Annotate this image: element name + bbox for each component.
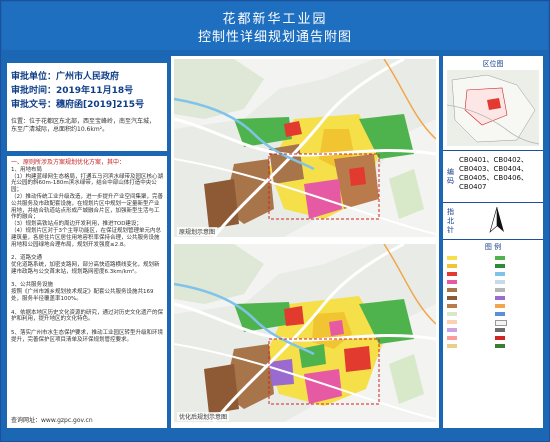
north-arrow-icon: [489, 206, 504, 233]
legend-swatch: [495, 336, 505, 340]
legend-row: [447, 296, 539, 300]
legend-swatch: [495, 264, 505, 268]
planning-description-panel: 一、原则所涉及方案规划优化方案，其中： 1、用地布局 （1）构建蓝绿网生态格局，打…: [7, 156, 167, 428]
location-text: 位于花都区东北部，西至宝峰岭，南至汽车城，东至广清城际，总面积约10.6km²。: [11, 118, 156, 133]
legend-swatch: [447, 304, 457, 308]
approval-doc: 审批文号：穗府函[2019]215号: [11, 100, 145, 110]
legend-swatch: [447, 280, 457, 284]
approval-unit: 审批单位：广州市人民政府: [11, 72, 120, 82]
legend-swatch: [495, 288, 505, 292]
query-url: 查询网址：www.gzpc.gov.cn: [11, 417, 93, 424]
legend-row: [447, 312, 539, 316]
drawing-sheet: 花都新华工业园 控制性详细规划通告附图 审批单位：广州市人民政府 审批时间：20…: [0, 0, 550, 442]
map-panel: 原规划示意图 优化后规划示意图: [171, 56, 439, 428]
page-subtitle: 控制性详细规划通告附图: [197, 30, 352, 45]
original-plan-drawing: [174, 59, 436, 237]
legend-swatch: [447, 328, 457, 332]
side-info-panel: 区位图 编 码 CB0401、CB0402、CB0403、CB0404、CB04…: [443, 56, 543, 428]
legend-swatch: [447, 320, 457, 324]
legend-swatch: [495, 312, 505, 316]
location-inset-map: [447, 70, 539, 146]
optimized-map-label: 优化后规划示意图: [177, 412, 230, 421]
optimized-plan-map: 优化后规划示意图: [174, 244, 436, 422]
location-description: 位置：位于花都区东北部，西至宝峰岭，南至汽车城，东至广清城际，总面积约10.6k…: [11, 118, 161, 134]
legend-row: [447, 336, 539, 340]
legend-title: 图 例: [484, 243, 502, 251]
description-body: 1、用地布局 （1）构建蓝绿网生态格局，打通五马河滨水绿带及园区核心湖光公园的斜…: [11, 166, 164, 343]
legend-swatch: [447, 288, 457, 292]
legend-swatch: [495, 256, 505, 260]
legend-row: [447, 320, 539, 326]
location-head: 位置：: [11, 118, 30, 125]
optimized-plan-drawing: [174, 244, 436, 422]
legend-row: [447, 288, 539, 292]
legend-swatch: [495, 272, 505, 276]
description-head: 一、原则所涉及方案规划优化方案，其中：: [11, 159, 126, 166]
legend-swatch: [447, 336, 457, 340]
title-bar: 花都新华工业园 控制性详细规划通告附图: [2, 2, 548, 50]
original-map-label: 原规划示意图: [177, 227, 218, 236]
approval-info-panel: 审批单位：广州市人民政府 审批时间：2019年11月18号 审批文号：穗府函[2…: [7, 63, 167, 151]
location-inset-drawing: [447, 74, 539, 145]
plan-codes: CB0401、CB0402、CB0403、CB0404、CB0405、CB040…: [459, 156, 529, 191]
page-title: 花都新华工业园: [222, 12, 328, 27]
location-map-title: 区位图: [482, 60, 504, 68]
legend-row: [447, 280, 539, 284]
legend-swatch: [447, 272, 457, 276]
legend-row: [447, 304, 539, 308]
legend-swatch: [447, 312, 457, 316]
legend-swatch: [495, 280, 505, 284]
divider-3: [443, 239, 543, 240]
north-title: 指北针: [447, 208, 454, 234]
legend-swatch: [495, 304, 505, 308]
divider-2: [443, 202, 543, 203]
description-text: 一、原则所涉及方案规划优化方案，其中： 1、用地布局 （1）构建蓝绿网生态格局，打…: [11, 159, 164, 344]
legend-swatch: [447, 296, 457, 300]
code-title: 编 码: [447, 168, 454, 185]
legend-row: [447, 272, 539, 276]
legend-swatch: [495, 344, 505, 348]
original-plan-map: 原规划示意图: [174, 59, 436, 237]
legend-swatch: [447, 344, 457, 348]
legend-swatch: [495, 328, 505, 332]
legend-swatch: [447, 256, 457, 260]
approval-date: 审批时间：2019年11月18号: [11, 86, 134, 96]
legend-row: [447, 256, 539, 260]
legend-swatch: [495, 296, 505, 300]
legend-row: [447, 264, 539, 268]
divider-1: [443, 150, 543, 151]
legend-swatch: [447, 264, 457, 268]
legend-row: [447, 328, 539, 332]
legend-swatch: [495, 320, 507, 326]
legend-row: [447, 344, 539, 348]
